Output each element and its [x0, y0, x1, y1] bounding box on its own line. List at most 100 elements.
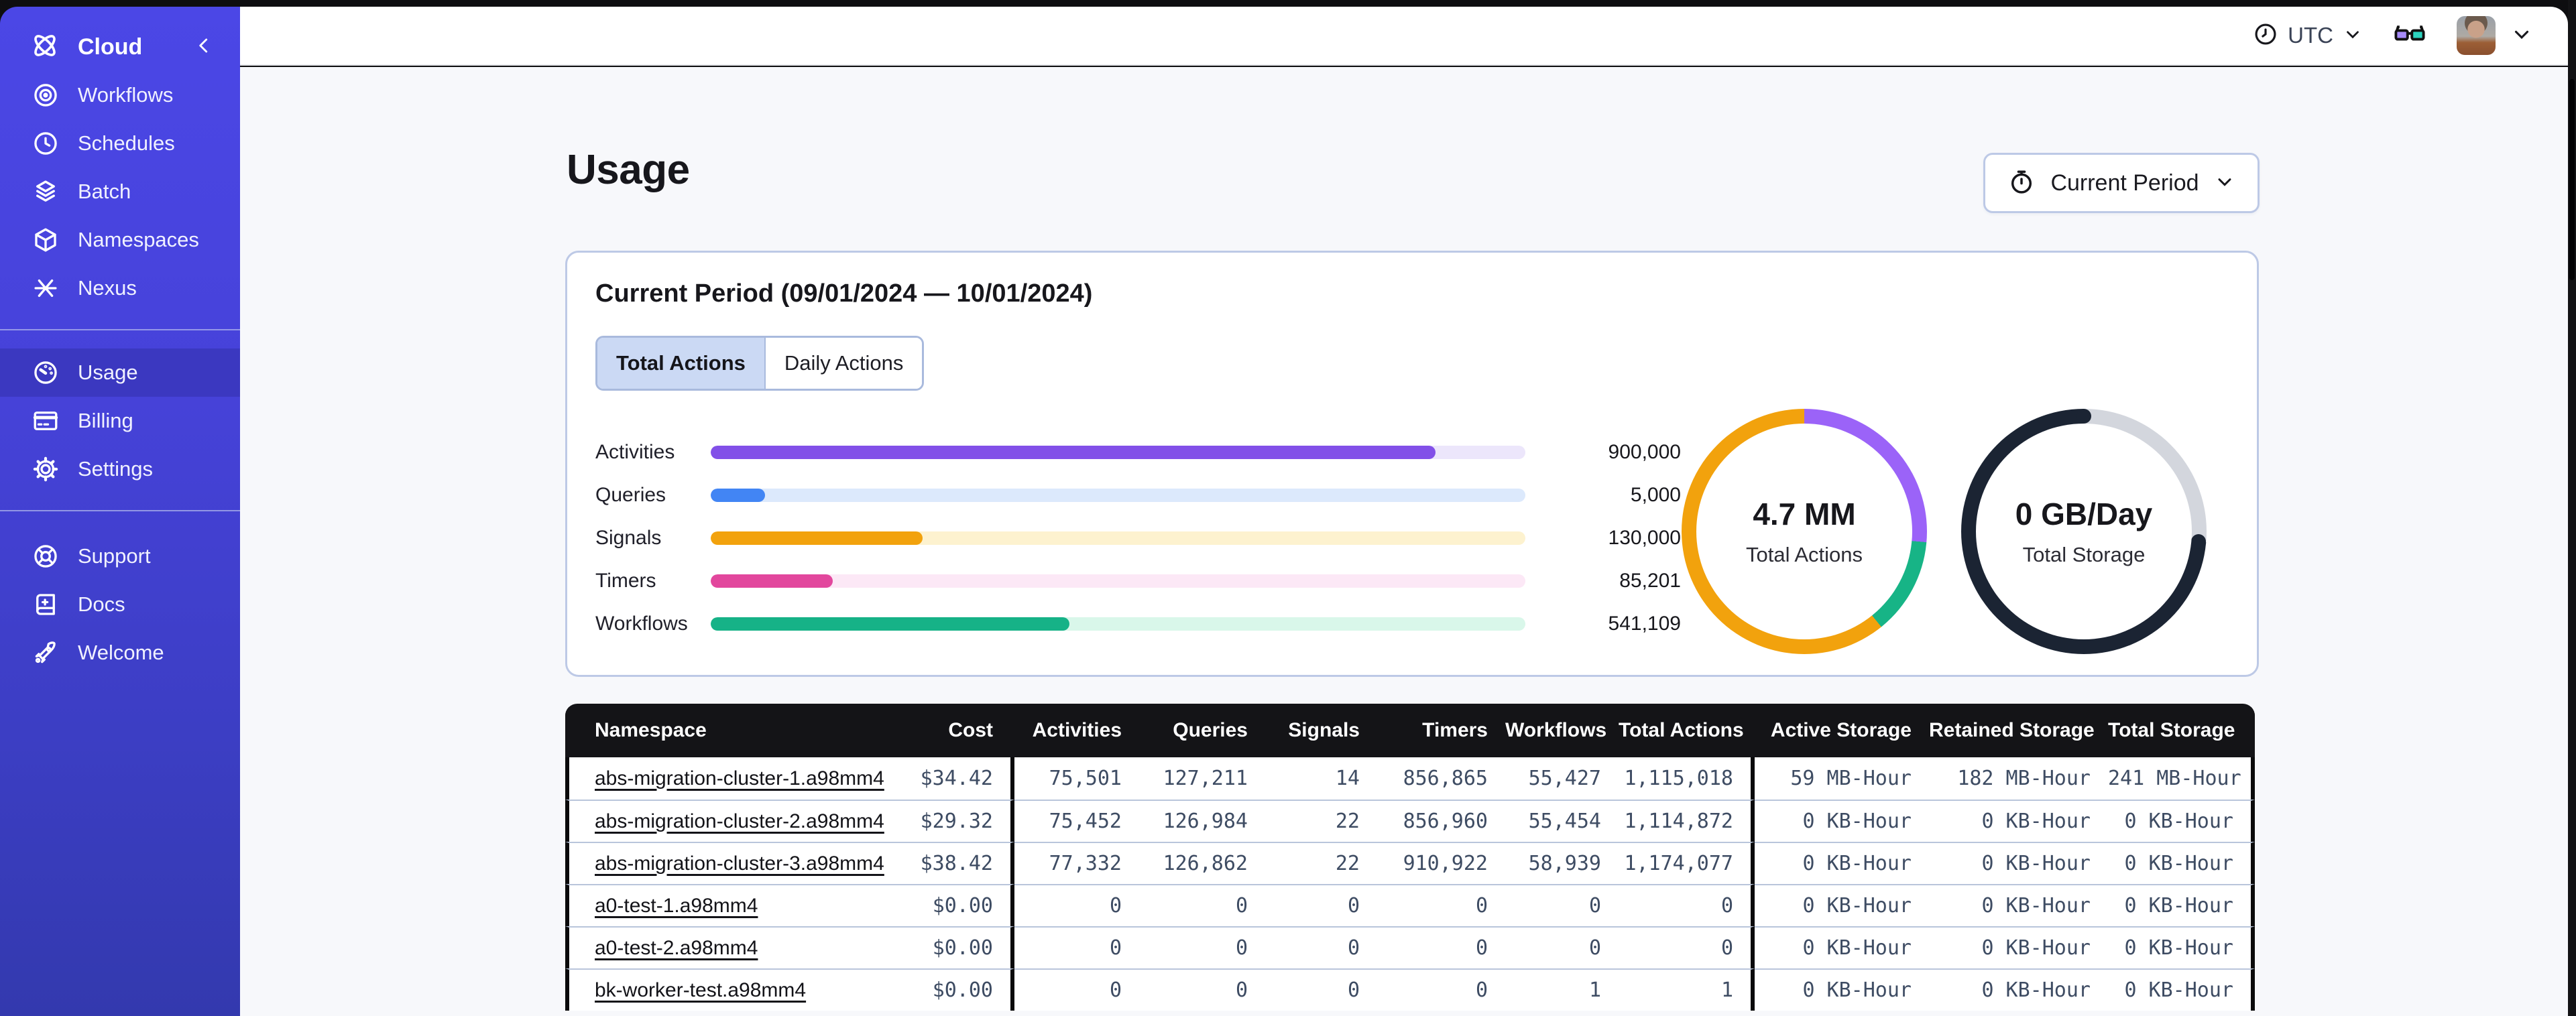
- sidebar-item-label: Billing: [78, 409, 133, 432]
- chevron-down-icon: [2214, 171, 2235, 196]
- bar-row-timers: Timers 85,201: [595, 560, 1762, 602]
- col-active-storage: Active Storage: [1755, 704, 1929, 757]
- chevron-down-icon: [2343, 24, 2363, 48]
- cell-total-actions: 1,114,872: [1619, 800, 1755, 842]
- cell-queries: 0: [1139, 926, 1265, 968]
- tab-daily-actions[interactable]: Daily Actions: [765, 338, 923, 389]
- namespace-link[interactable]: a0-test-2.a98mm4: [595, 937, 758, 959]
- clock-icon: [2253, 21, 2278, 50]
- bar-track: [711, 574, 1525, 588]
- sidebar-item-billing[interactable]: Billing: [0, 397, 240, 445]
- bar-fill: [711, 531, 923, 545]
- bar-value: 541,109: [1608, 613, 1681, 635]
- sidebar-item-settings[interactable]: Settings: [0, 445, 240, 493]
- billing-card-icon: [31, 406, 60, 436]
- col-workflows: Workflows: [1505, 704, 1619, 757]
- sidebar-item-docs[interactable]: Docs: [0, 580, 240, 629]
- page-scrollbar[interactable]: [2568, 0, 2576, 1016]
- sidebar-item-schedules[interactable]: Schedules: [0, 119, 240, 168]
- cell-queries: 126,984: [1139, 800, 1265, 842]
- sidebar-item-label: Namespaces: [78, 228, 199, 251]
- donut-arc-cap: [2191, 534, 2206, 549]
- schedules-icon: [31, 129, 60, 158]
- sidebar-item-usage[interactable]: Usage: [0, 348, 240, 397]
- sidebar-item-support[interactable]: Support: [0, 532, 240, 580]
- bar-track: [711, 531, 1525, 545]
- bar-value: 900,000: [1608, 441, 1681, 463]
- timezone-selector[interactable]: UTC: [2253, 21, 2363, 50]
- col-retained-storage: Retained Storage: [1929, 704, 2108, 757]
- bar-fill: [711, 489, 766, 502]
- cell-signals: 22: [1265, 800, 1377, 842]
- bar-fill: [711, 617, 1069, 631]
- avatar[interactable]: [2457, 16, 2496, 55]
- col-timers: Timers: [1377, 704, 1505, 757]
- col-signals: Signals: [1265, 704, 1377, 757]
- cell-workflows: 0: [1505, 926, 1619, 968]
- sidebar-item-label: Batch: [78, 180, 131, 203]
- cell-cost: $0.00: [880, 926, 1014, 968]
- bar-track: [711, 617, 1525, 631]
- cell-signals: 14: [1265, 757, 1377, 800]
- namespaces-cube-icon: [31, 225, 60, 255]
- user-menu[interactable]: [2457, 16, 2533, 55]
- sidebar-item-welcome[interactable]: Welcome: [0, 629, 240, 677]
- cell-total-actions: 1,115,018: [1619, 757, 1755, 800]
- cell-timers: 910,922: [1377, 842, 1505, 884]
- cell-active-storage: 0 KB-Hour: [1755, 884, 1929, 926]
- page-title: Usage: [567, 147, 690, 193]
- table-row: bk-worker-test.a98mm4 $0.00 0 0 0 0 1 1 …: [565, 968, 2255, 1011]
- namespace-link[interactable]: abs-migration-cluster-3.a98mm4: [595, 852, 884, 875]
- sidebar-item-label: Support: [78, 544, 151, 568]
- bar-label: Activities: [595, 441, 675, 463]
- sidebar-item-batch[interactable]: Batch: [0, 168, 240, 216]
- bar-fill: [711, 574, 833, 588]
- timezone-label: UTC: [2288, 23, 2333, 48]
- col-namespace: Namespace: [565, 704, 880, 757]
- cell-total-actions: 1: [1619, 968, 1755, 1011]
- cell-activities: 0: [1014, 926, 1139, 968]
- sidebar-item-workflows[interactable]: Workflows: [0, 71, 240, 119]
- tab-total-actions[interactable]: Total Actions: [597, 338, 766, 389]
- actions-bar-chart: Activities 900,000 Queries 5,000 Signals…: [595, 431, 1762, 645]
- chevron-down-icon: [2510, 23, 2533, 49]
- table-row: a0-test-1.a98mm4 $0.00 0 0 0 0 0 0 0 KB-…: [565, 884, 2255, 926]
- period-selector-button[interactable]: Current Period: [1983, 153, 2260, 213]
- namespace-link[interactable]: a0-test-1.a98mm4: [595, 895, 758, 917]
- topbar: UTC: [240, 7, 2568, 66]
- nexus-asterisk-icon: [31, 273, 60, 303]
- brand-label: Cloud: [78, 34, 143, 60]
- collapse-sidebar-icon[interactable]: [192, 34, 216, 61]
- namespace-link[interactable]: abs-migration-cluster-2.a98mm4: [595, 810, 884, 832]
- donut-value: 0 GB/Day: [2015, 497, 2153, 531]
- sidebar-item-nexus[interactable]: Nexus: [0, 264, 240, 312]
- bar-value: 130,000: [1608, 527, 1681, 549]
- brand-row[interactable]: Cloud: [0, 23, 240, 71]
- cell-signals: 0: [1265, 884, 1377, 926]
- cell-activities: 0: [1014, 968, 1139, 1011]
- labs-glasses-icon[interactable]: [2392, 17, 2427, 55]
- namespace-link[interactable]: bk-worker-test.a98mm4: [595, 979, 806, 1001]
- donut-arc-cap: [2076, 409, 2091, 424]
- cell-workflows: 0: [1505, 884, 1619, 926]
- sidebar-item-namespaces[interactable]: Namespaces: [0, 216, 240, 264]
- cell-retained-storage: 0 KB-Hour: [1929, 926, 2108, 968]
- cell-workflows: 58,939: [1505, 842, 1619, 884]
- col-queries: Queries: [1139, 704, 1265, 757]
- cell-retained-storage: 0 KB-Hour: [1929, 884, 2108, 926]
- cell-total-storage: 0 KB-Hour: [2108, 968, 2255, 1011]
- scrollbar-thumb[interactable]: [2569, 79, 2575, 280]
- sidebar-item-label: Usage: [78, 361, 138, 384]
- namespace-link[interactable]: abs-migration-cluster-1.a98mm4: [595, 767, 884, 789]
- cell-total-storage: 0 KB-Hour: [2108, 884, 2255, 926]
- main-content: Usage Current Period Current Period (09/…: [240, 67, 2568, 1016]
- cell-total-storage: 0 KB-Hour: [2108, 842, 2255, 884]
- donut-label: Total Actions: [1745, 543, 1863, 566]
- cell-queries: 126,862: [1139, 842, 1265, 884]
- total-actions-donut: 4.7 MM Total Actions: [1682, 409, 1927, 654]
- cell-workflows: 55,427: [1505, 757, 1619, 800]
- cell-signals: 22: [1265, 842, 1377, 884]
- cell-total-actions: 1,174,077: [1619, 842, 1755, 884]
- actions-tabs: Total Actions Daily Actions: [595, 336, 925, 391]
- bar-track: [711, 446, 1525, 459]
